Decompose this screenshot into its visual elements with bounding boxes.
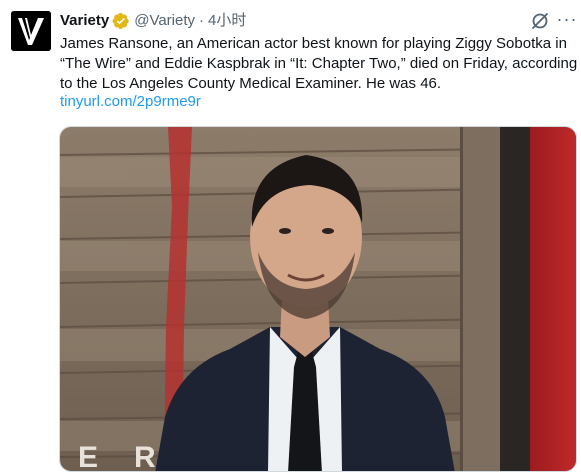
backdrop-letter-r: R [134, 441, 156, 472]
tweet-header: Variety @Variety · 4小时 [60, 10, 246, 32]
separator-dot: · [199, 12, 205, 29]
backdrop-letter-e: E [78, 441, 98, 472]
variety-logo [11, 11, 51, 51]
grok-icon[interactable] [530, 11, 550, 31]
display-name[interactable]: Variety [60, 11, 109, 31]
handle[interactable]: @Variety [134, 11, 195, 31]
more-icon[interactable]: ··· [557, 9, 577, 29]
timestamp[interactable]: 4小时 [208, 11, 246, 31]
avatar[interactable] [11, 11, 51, 51]
verified-badge-icon [112, 12, 130, 30]
tweet-text: James Ransone, an American actor best kn… [60, 35, 578, 92]
tweet-card[interactable]: Variety @Variety · 4小时 ··· James Ransone… [0, 0, 581, 475]
tweet-link[interactable]: tinyurl.com/2p9rme9r [60, 92, 201, 112]
photo-james-ransone: E R [60, 127, 576, 472]
tweet-photo[interactable]: E R [59, 126, 577, 472]
